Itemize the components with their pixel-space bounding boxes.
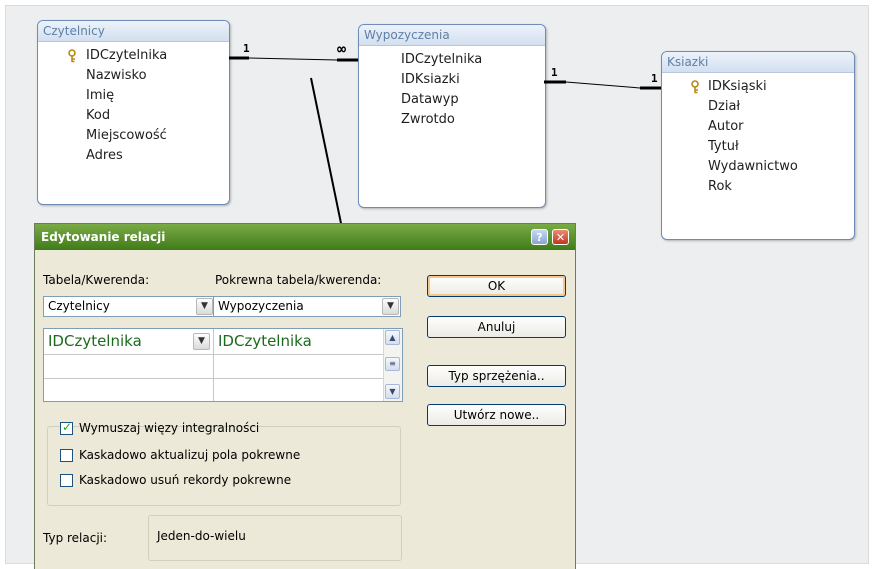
grid-cell-empty[interactable] [214, 355, 386, 379]
primary-key-icon [68, 49, 76, 63]
edit-relationship-dialog: Edytowanie relacji ? ✕ Tabela/Kwerenda: … [34, 223, 576, 569]
scroll-thumb[interactable]: ≡ [385, 357, 400, 371]
table-czytelnicy[interactable]: Czytelnicy IDCzytelnika Nazwisko Imię Ko… [37, 20, 230, 205]
integrity-checkbox-label[interactable]: Wymuszaj więzy integralności [79, 421, 259, 435]
create-new-button[interactable]: Utwórz nowe.. [427, 404, 566, 426]
field-item[interactable]: Miejscowość [38, 126, 229, 146]
cascade-update-checkbox[interactable] [60, 449, 73, 462]
table-title[interactable]: Czytelnicy [38, 21, 229, 42]
cascade-update-label[interactable]: Kaskadowo aktualizuj pola pokrewne [79, 448, 300, 462]
table-combobox-value: Czytelnicy [48, 299, 110, 313]
cascade-delete-label[interactable]: Kaskadowo usuń rekordy pokrewne [79, 473, 291, 487]
field-item[interactable]: Zwrotdo [359, 110, 545, 130]
field-item[interactable]: Adres [38, 146, 229, 166]
field-item[interactable]: IDKsiazki [359, 70, 545, 90]
cancel-button[interactable]: Anuluj [427, 316, 566, 338]
grid-cell-empty[interactable] [44, 355, 214, 379]
field-item[interactable]: Wydawnictwo [662, 157, 854, 177]
chevron-down-icon[interactable]: ▼ [196, 298, 213, 315]
grid-scrollbar[interactable]: ▲ ≡ ▼ [383, 329, 402, 401]
field-item[interactable]: IDCzytelnika [38, 46, 229, 66]
field-item[interactable]: Autor [662, 117, 854, 137]
cardinality-one: 1 [551, 66, 558, 79]
integrity-options-group [47, 426, 401, 506]
field-label: IDKsiąski [708, 79, 767, 94]
checkmark-icon: ✓ [62, 420, 73, 434]
relationship-type-label: Typ relacji: [43, 531, 108, 545]
primary-key-icon [691, 80, 699, 94]
integrity-checkbox[interactable]: ✓ [60, 420, 73, 435]
grid-cell-empty[interactable] [214, 379, 386, 401]
grid-left-value: IDCzytelnika [48, 332, 142, 350]
grid-right-value: IDCzytelnika [218, 332, 312, 350]
cardinality-one: 1 [651, 72, 658, 85]
grid-cell-empty[interactable] [44, 379, 214, 401]
field-item[interactable]: Tytuł [662, 137, 854, 157]
dialog-titlebar[interactable]: Edytowanie relacji ? ✕ [35, 224, 575, 250]
cardinality-many: ∞ [337, 40, 347, 58]
scroll-down-icon[interactable]: ▼ [385, 384, 400, 399]
table-combobox[interactable]: Czytelnicy ▼ [43, 296, 215, 317]
table-title[interactable]: Wypozyczenia [359, 25, 545, 46]
ok-button[interactable]: OK [427, 275, 566, 297]
cascade-delete-checkbox[interactable] [60, 474, 73, 487]
table-ksiazki[interactable]: Ksiazki IDKsiąski Dział Autor Tytuł Wyda… [661, 51, 855, 240]
related-table-combobox[interactable]: Wypozyczenia ▼ [213, 296, 401, 317]
field-item[interactable]: IDCzytelnika [359, 50, 545, 70]
field-mapping-grid: IDCzytelnika ▼ IDCzytelnika ▲ ≡ ▼ [43, 328, 403, 402]
field-item[interactable]: Datawyp [359, 90, 545, 110]
chevron-down-icon[interactable]: ▼ [382, 298, 399, 315]
field-item[interactable]: Imię [38, 86, 229, 106]
field-item[interactable]: IDKsiąski [662, 77, 854, 97]
close-button[interactable]: ✕ [552, 229, 569, 245]
grid-cell-left[interactable]: IDCzytelnika ▼ [44, 329, 214, 355]
cardinality-one: 1 [243, 42, 250, 55]
field-label: IDCzytelnika [86, 48, 168, 63]
table-query-label: Tabela/Kwerenda: [43, 273, 150, 287]
field-item[interactable]: Dział [662, 97, 854, 117]
join-type-button[interactable]: Typ sprzężenia.. [427, 365, 566, 387]
related-table-combobox-value: Wypozyczenia [218, 299, 304, 313]
scroll-up-icon[interactable]: ▲ [385, 330, 400, 345]
related-table-label: Pokrewna tabela/kwerenda: [215, 273, 382, 287]
grid-cell-right[interactable]: IDCzytelnika [214, 329, 386, 355]
table-wypozyczenia[interactable]: Wypozyczenia IDCzytelnika IDKsiazki Data… [358, 24, 546, 208]
chevron-down-icon[interactable]: ▼ [193, 333, 210, 350]
field-item[interactable]: Rok [662, 177, 854, 197]
dialog-title: Edytowanie relacji [41, 230, 166, 244]
field-item[interactable]: Nazwisko [38, 66, 229, 86]
field-item[interactable]: Kod [38, 106, 229, 126]
relationship-type-value: Jeden-do-wielu [157, 529, 246, 543]
relationship-type-box: Jeden-do-wielu [148, 515, 402, 561]
help-button[interactable]: ? [531, 229, 548, 245]
table-title[interactable]: Ksiazki [662, 52, 854, 73]
